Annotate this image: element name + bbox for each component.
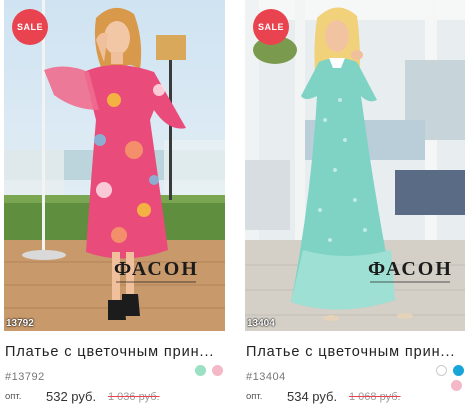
photo-id: 13792 [6,318,34,329]
brand-watermark: ФАСОН [368,258,453,280]
color-swatches-row-2 [451,380,462,391]
price: 532 руб. [46,389,97,404]
price: 534 руб. [287,389,338,404]
product-title[interactable]: Платье с цветочным прин... [5,344,225,360]
price-label: опт. [5,391,22,402]
watermark-underline [370,281,450,283]
color-swatches [436,365,464,376]
color-swatch-pink[interactable] [212,365,223,376]
price-label: опт. [246,391,263,402]
product-card[interactable]: SALE ФАСОН 13792 Платье с цветочным прин… [4,0,225,407]
product-title[interactable]: Платье с цветочным прин... [246,344,465,360]
watermark-underline [116,281,196,283]
color-swatches [195,365,223,376]
color-swatch-white[interactable] [436,365,447,376]
color-swatch-pink[interactable] [451,380,462,391]
brand-watermark: ФАСОН [114,258,199,280]
color-swatch-blue[interactable] [453,365,464,376]
photo-id: 13404 [247,318,275,329]
product-photo[interactable]: SALE ФАСОН 13404 [245,0,465,331]
product-card[interactable]: SALE ФАСОН 13404 Платье с цветочным прин… [245,0,465,407]
product-article: #13404 [246,371,286,383]
sale-badge: SALE [12,9,48,45]
old-price: 1 036 руб. [108,391,160,403]
sale-badge: SALE [253,9,289,45]
product-article: #13792 [5,371,45,383]
color-swatch-mint[interactable] [195,365,206,376]
old-price: 1 068 руб. [349,391,401,403]
product-photo[interactable]: SALE ФАСОН 13792 [4,0,225,331]
